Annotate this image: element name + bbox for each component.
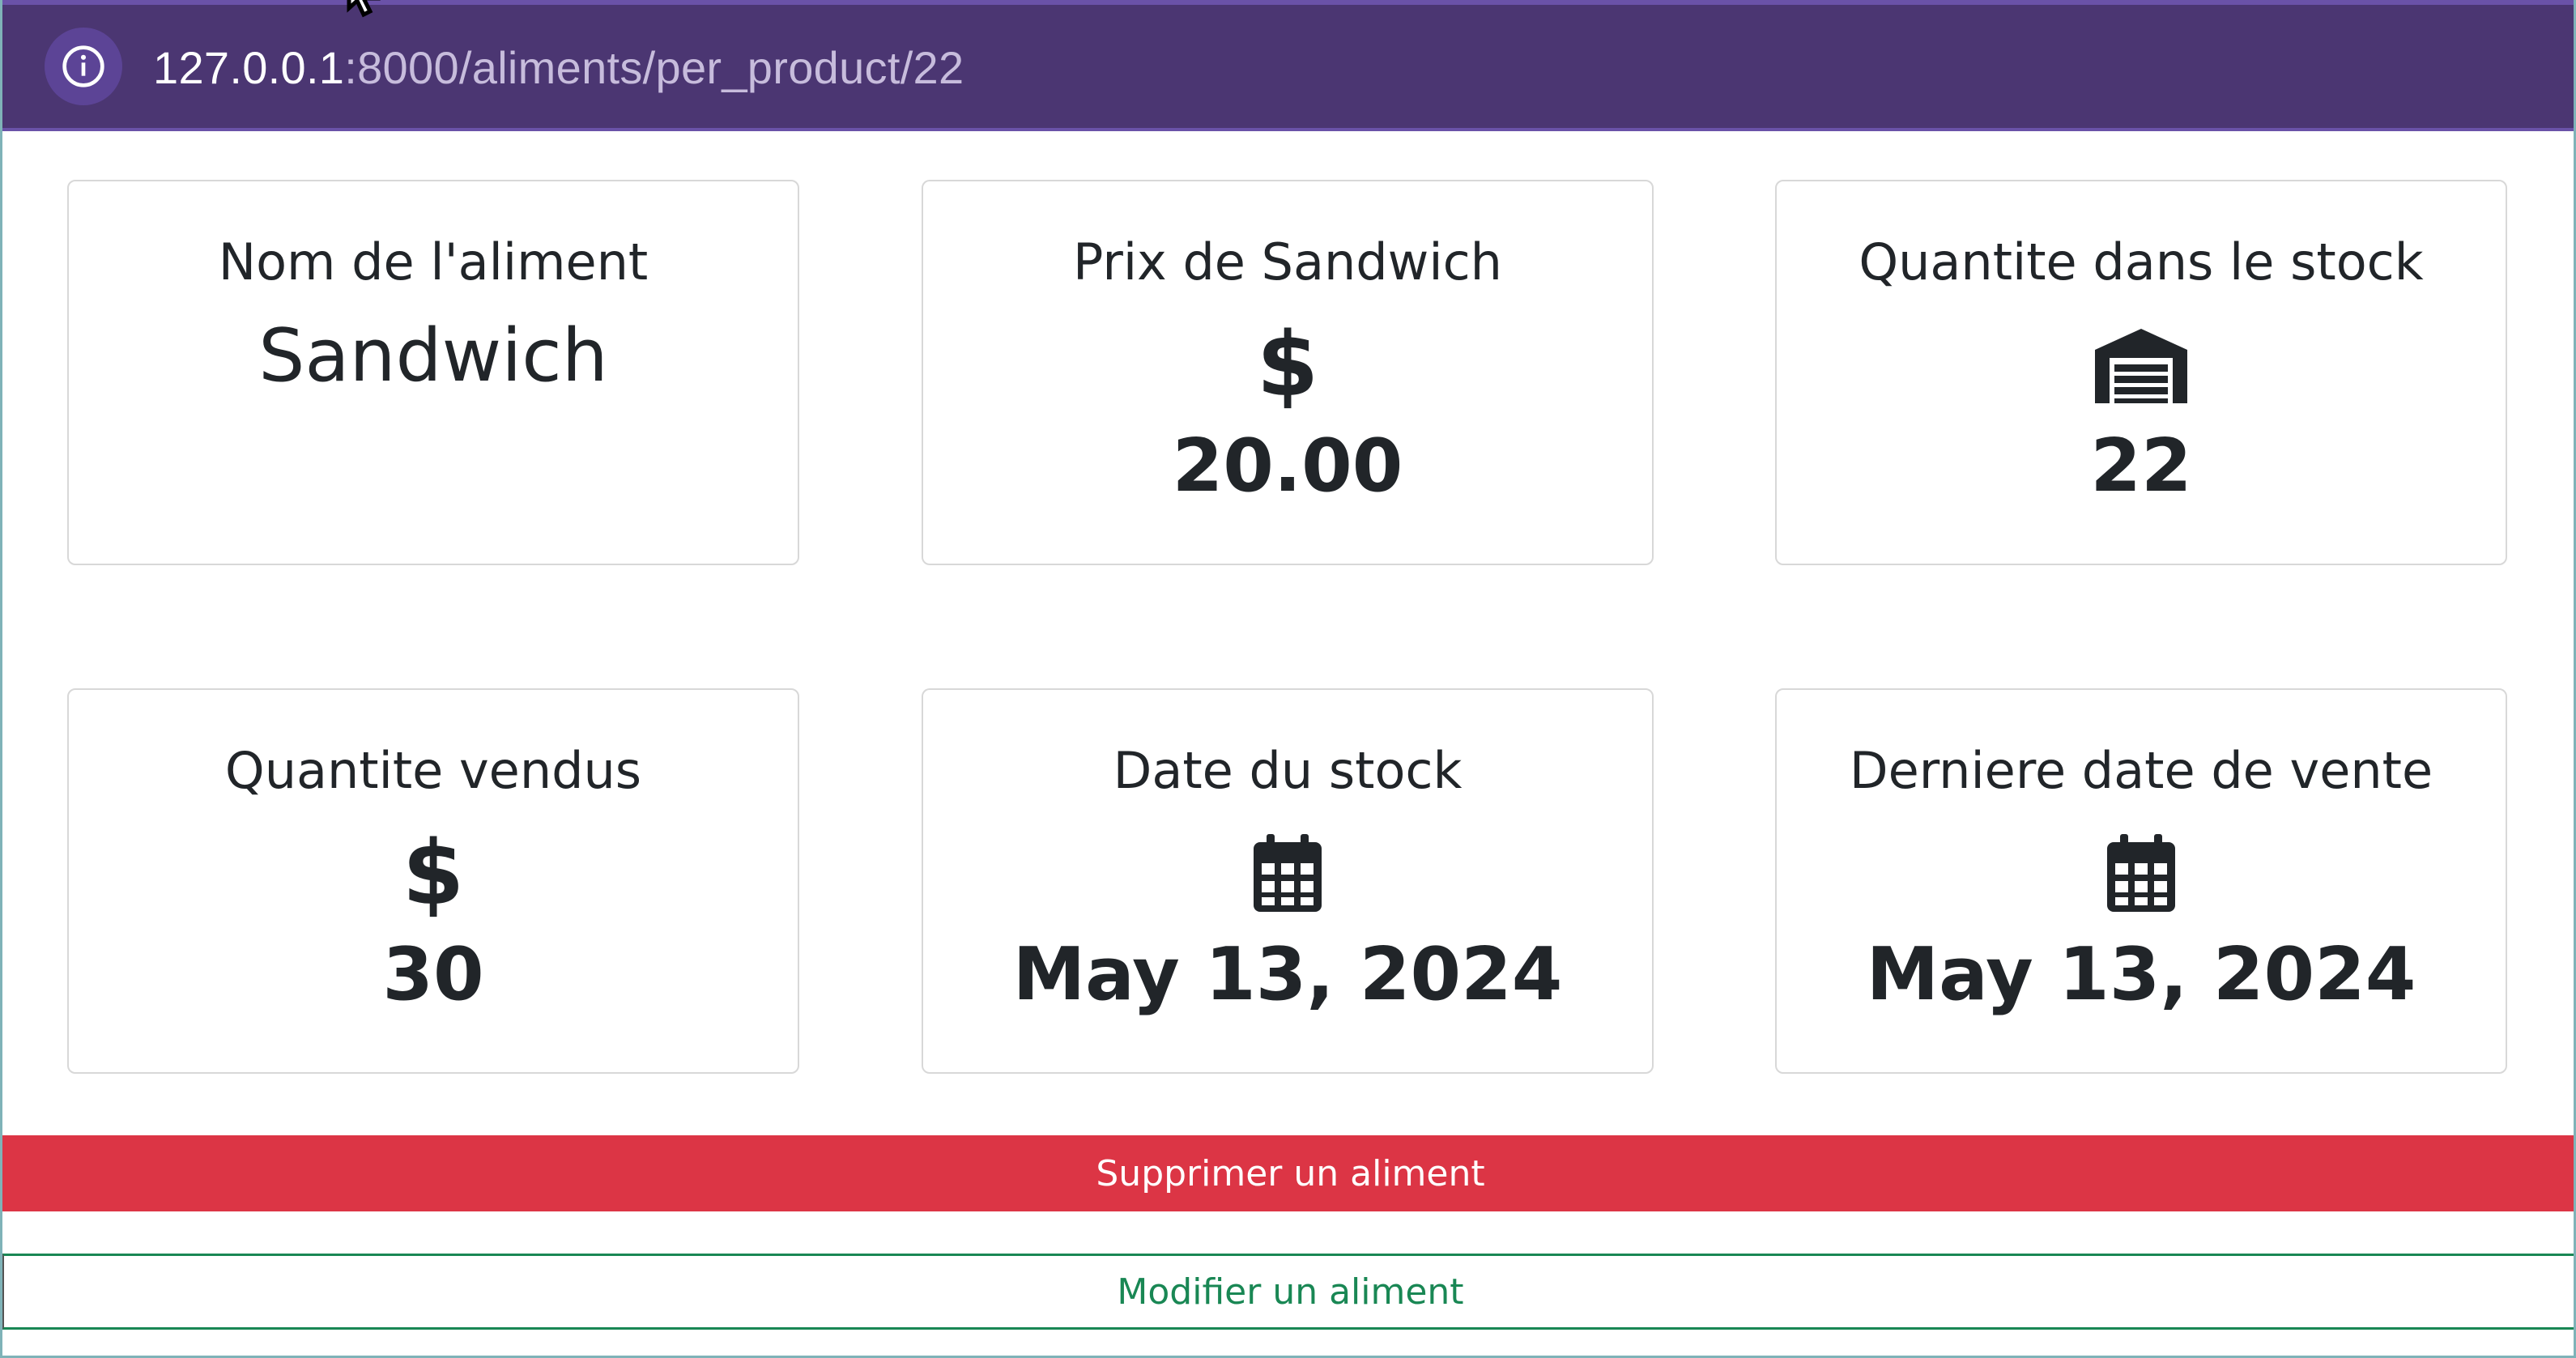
- card-title: Nom de l'aliment: [218, 232, 649, 292]
- last-sale-date-value: May 13, 2024: [1866, 932, 2416, 1017]
- browser-viewport: 127.0.0.1:8000/aliments/per_product/22 N…: [0, 0, 2576, 1358]
- card-title: Date du stock: [1113, 741, 1463, 800]
- url-path: :8000/aliments/per_product/22: [344, 42, 964, 93]
- dollar-icon: $: [402, 821, 465, 925]
- stock-date-value: May 13, 2024: [1012, 932, 1563, 1017]
- stock-quantity-value: 22: [2090, 424, 2192, 509]
- card-title: Prix de Sandwich: [1073, 232, 1502, 292]
- card-last-sale-date: Derniere date de vente May 13, 2024: [1775, 688, 2507, 1074]
- card-stock-quantity: Quantite dans le stock 22: [1775, 180, 2507, 565]
- mouse-cursor-icon: [347, 0, 381, 18]
- edit-food-button[interactable]: Modifier un aliment: [2, 1254, 2574, 1330]
- card-price: Prix de Sandwich $ 20.00: [922, 180, 1654, 565]
- warehouse-icon: [2095, 329, 2187, 403]
- card-stock-date: Date du stock May 13, 2024: [922, 688, 1654, 1074]
- url-host: 127.0.0.1: [153, 42, 345, 93]
- info-circle-icon: [62, 45, 104, 87]
- calendar-icon: [2107, 834, 2175, 912]
- card-title: Quantite dans le stock: [1859, 232, 2424, 292]
- warehouse-icon-wrap: [1777, 324, 2506, 405]
- calendar-icon: [1254, 834, 1322, 912]
- dollar-icon: $: [1256, 313, 1319, 416]
- card-title: Quantite vendus: [224, 741, 642, 800]
- calendar-icon-wrap: [923, 832, 1652, 913]
- site-info-button[interactable]: [45, 28, 122, 105]
- food-name-value: Sandwich: [258, 313, 608, 398]
- card-food-name: Nom de l'aliment Sandwich: [67, 180, 799, 565]
- calendar-icon-wrap: [1777, 832, 2506, 913]
- card-quantity-sold: Quantite vendus $ 30: [67, 688, 799, 1074]
- price-value: 20.00: [1172, 424, 1403, 509]
- delete-food-button[interactable]: Supprimer un aliment: [2, 1135, 2574, 1211]
- quantity-sold-value: 30: [382, 932, 484, 1017]
- url-field[interactable]: 127.0.0.1:8000/aliments/per_product/22: [153, 42, 964, 94]
- card-title: Derniere date de vente: [1849, 741, 2433, 800]
